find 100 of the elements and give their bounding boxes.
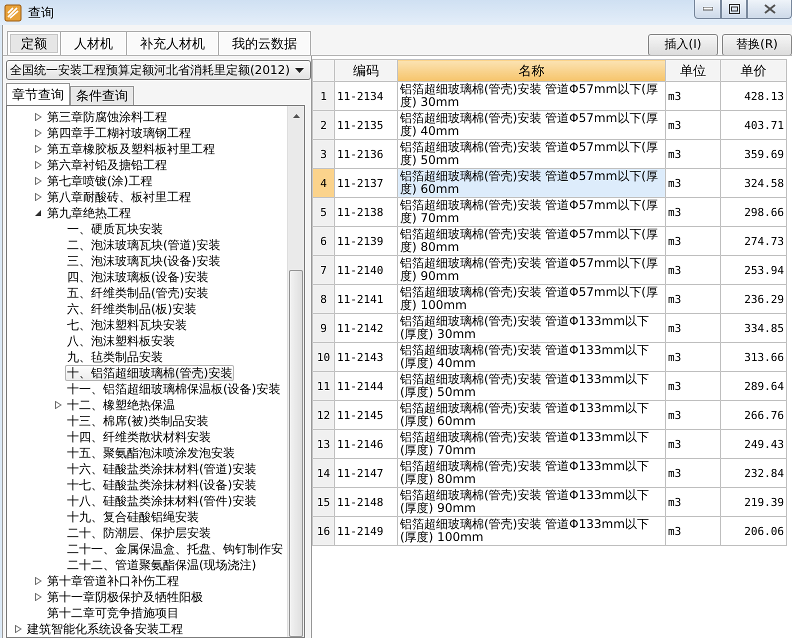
table-cell: 289.64 [720, 372, 786, 400]
table-cell: 403.71 [720, 110, 786, 140]
collapsed-triangle-icon[interactable] [35, 577, 42, 585]
dropdown-caret-icon [295, 68, 304, 72]
collapsed-triangle-icon[interactable] [35, 161, 42, 169]
tree-item[interactable]: 第八章耐酸砖、板衬里工程 [45, 189, 193, 205]
tree-item[interactable]: 建筑智能化系统设备安装工程 [25, 621, 185, 637]
row-number[interactable]: 4 [312, 168, 334, 198]
tree-item[interactable]: 第九章绝热工程 [45, 205, 133, 221]
tree-item[interactable]: 二十二、管道聚氨酯保温(现场浇注) [65, 557, 258, 573]
row-number[interactable]: 14 [312, 458, 334, 488]
collapsed-triangle-icon[interactable] [35, 193, 42, 201]
row-number[interactable]: 6 [312, 226, 334, 256]
row-number[interactable]: 5 [312, 198, 334, 226]
table-cell: 铝箔超细玻璃棉(管壳)安装 管道Φ57mm以下(厚度) 60mm [398, 168, 666, 198]
table-cell: 11-2136 [334, 140, 398, 168]
tree-item[interactable]: 十三、棉席(被)类制品安装 [65, 413, 210, 429]
tree-item[interactable]: 六、纤维类制品(板)安装 [65, 301, 198, 317]
table-cell: 232.84 [720, 458, 786, 488]
table-cell: 206.06 [720, 516, 786, 546]
row-number[interactable]: 2 [312, 110, 334, 140]
tree-item[interactable]: 四、泡沫玻璃板(设备)安装 [65, 269, 210, 285]
column-header[interactable]: 单位 [666, 60, 720, 82]
scroll-up-arrow-icon[interactable] [292, 114, 300, 118]
row-number[interactable]: 10 [312, 342, 334, 372]
tree-item[interactable]: 十一、铝箔超细玻璃棉保温板(设备)安装 [65, 381, 282, 397]
column-header[interactable]: 名称 [398, 60, 666, 82]
tab[interactable]: 补充人材机 [126, 31, 219, 55]
collapsed-triangle-icon[interactable] [15, 625, 22, 633]
minimize-icon [702, 7, 712, 11]
row-number[interactable]: 16 [312, 516, 334, 546]
maximize-icon [728, 4, 740, 14]
tree-item[interactable]: 二十、防潮层、保护层安装 [65, 525, 213, 541]
tree-item[interactable]: 十九、复合硅酸铝绳安装 [65, 509, 201, 525]
tab[interactable]: 定额 [7, 31, 61, 55]
collapsed-triangle-icon[interactable] [35, 145, 42, 153]
tree-item[interactable]: 第五章橡胶板及塑料板衬里工程 [45, 141, 217, 157]
column-header[interactable]: 单价 [720, 60, 786, 82]
tree-item[interactable]: 九、毡类制品安装 [65, 349, 165, 365]
tab[interactable]: 人材机 [60, 31, 127, 55]
tree-item[interactable]: 七、泡沫塑料瓦块安装 [65, 317, 189, 333]
table-cell: 428.13 [720, 82, 786, 110]
table-cell: 253.94 [720, 256, 786, 284]
table-cell: 铝箔超细玻璃棉(管壳)安装 管道Φ133mm以下(厚度) 50mm [398, 372, 666, 400]
table-cell: 铝箔超细玻璃棉(管壳)安装 管道Φ133mm以下(厚度) 70mm [398, 430, 666, 458]
table-cell: 11-2146 [334, 430, 398, 458]
row-number[interactable]: 8 [312, 284, 334, 314]
tree-item[interactable]: 第四章手工糊衬玻璃钢工程 [45, 125, 193, 141]
tree-item[interactable]: 第三章防腐蚀涂料工程 [45, 109, 169, 125]
table-cell: 249.43 [720, 430, 786, 458]
row-number[interactable]: 7 [312, 256, 334, 284]
tree-item[interactable]: 第十章管道补口补伤工程 [45, 573, 181, 589]
tree-item[interactable]: 第六章衬铅及搪铅工程 [45, 157, 169, 173]
table-cell: m3 [666, 256, 720, 284]
tab[interactable]: 章节查询 [6, 83, 70, 105]
tree-item[interactable]: 十四、纤维类散状材料安装 [65, 429, 213, 445]
row-number[interactable]: 9 [312, 314, 334, 342]
close-button[interactable] [747, 0, 792, 19]
tree-item[interactable]: 十、铝箔超细玻璃棉(管壳)安装 [65, 365, 234, 381]
table-cell: 11-2142 [334, 314, 398, 342]
tree-item[interactable]: 八、泡沫塑料板安装 [65, 333, 177, 349]
scrollbar[interactable] [287, 106, 304, 637]
tree-item[interactable]: 一、硬质瓦块安装 [65, 221, 165, 237]
tab[interactable]: 我的云数据 [218, 31, 311, 55]
collapsed-triangle-icon[interactable] [35, 177, 42, 185]
row-number[interactable]: 15 [312, 488, 334, 516]
tree-item[interactable]: 第十二章可竞争措施项目 [45, 605, 181, 621]
tree-item[interactable]: 十七、硅酸盐类涂抹材料(设备)安装 [65, 477, 258, 493]
collapsed-triangle-icon[interactable] [35, 129, 42, 137]
row-number[interactable]: 3 [312, 140, 334, 168]
collapsed-triangle-icon[interactable] [35, 593, 42, 601]
quota-dropdown[interactable]: 全国统一安装工程预算定额河北省消耗里定额(2012) [6, 60, 311, 80]
row-number[interactable]: 1 [312, 82, 334, 110]
tree-item[interactable]: 十六、硅酸盐类涂抹材料(管道)安装 [65, 461, 258, 477]
table-cell: m3 [666, 226, 720, 256]
tree-item[interactable]: 第十一章阴极保护及牺牲阳极 [45, 589, 205, 605]
collapsed-triangle-icon[interactable] [35, 113, 42, 121]
toolbar-button[interactable]: 替换(R) [722, 34, 792, 56]
row-number[interactable]: 11 [312, 372, 334, 400]
table-cell: 359.69 [720, 140, 786, 168]
column-header[interactable]: 编码 [334, 60, 398, 82]
collapsed-triangle-icon[interactable] [55, 401, 62, 409]
tree-item[interactable]: 第七章喷镀(涂)工程 [45, 173, 154, 189]
tree-item[interactable]: 十二、橡塑绝热保温 [65, 397, 177, 413]
row-number[interactable]: 13 [312, 430, 334, 458]
minimize-button[interactable] [694, 0, 721, 19]
table-cell: 11-2140 [334, 256, 398, 284]
maximize-button[interactable] [721, 0, 747, 19]
tree-item[interactable]: 十五、聚氨酯泡沫喷涂发泡安装 [65, 445, 237, 461]
tree-item[interactable]: 十八、硅酸盐类涂抹材料(管件)安装 [65, 493, 258, 509]
tree-item[interactable]: 二十一、金属保温盒、托盘、钩钉制作安 [65, 541, 285, 557]
tab[interactable]: 条件查询 [70, 86, 134, 105]
expanded-triangle-icon[interactable] [35, 209, 42, 217]
tree-item[interactable]: 三、泡沫玻璃瓦块(设备)安装 [65, 253, 222, 269]
table-cell: 236.29 [720, 284, 786, 314]
tree-item[interactable]: 二、泡沫玻璃瓦块(管道)安装 [65, 237, 222, 253]
row-number[interactable]: 12 [312, 400, 334, 430]
toolbar-button[interactable]: 插入(I) [648, 34, 718, 56]
table-cell: 11-2143 [334, 342, 398, 372]
tree-item[interactable]: 五、纤维类制品(管壳)安装 [65, 285, 210, 301]
